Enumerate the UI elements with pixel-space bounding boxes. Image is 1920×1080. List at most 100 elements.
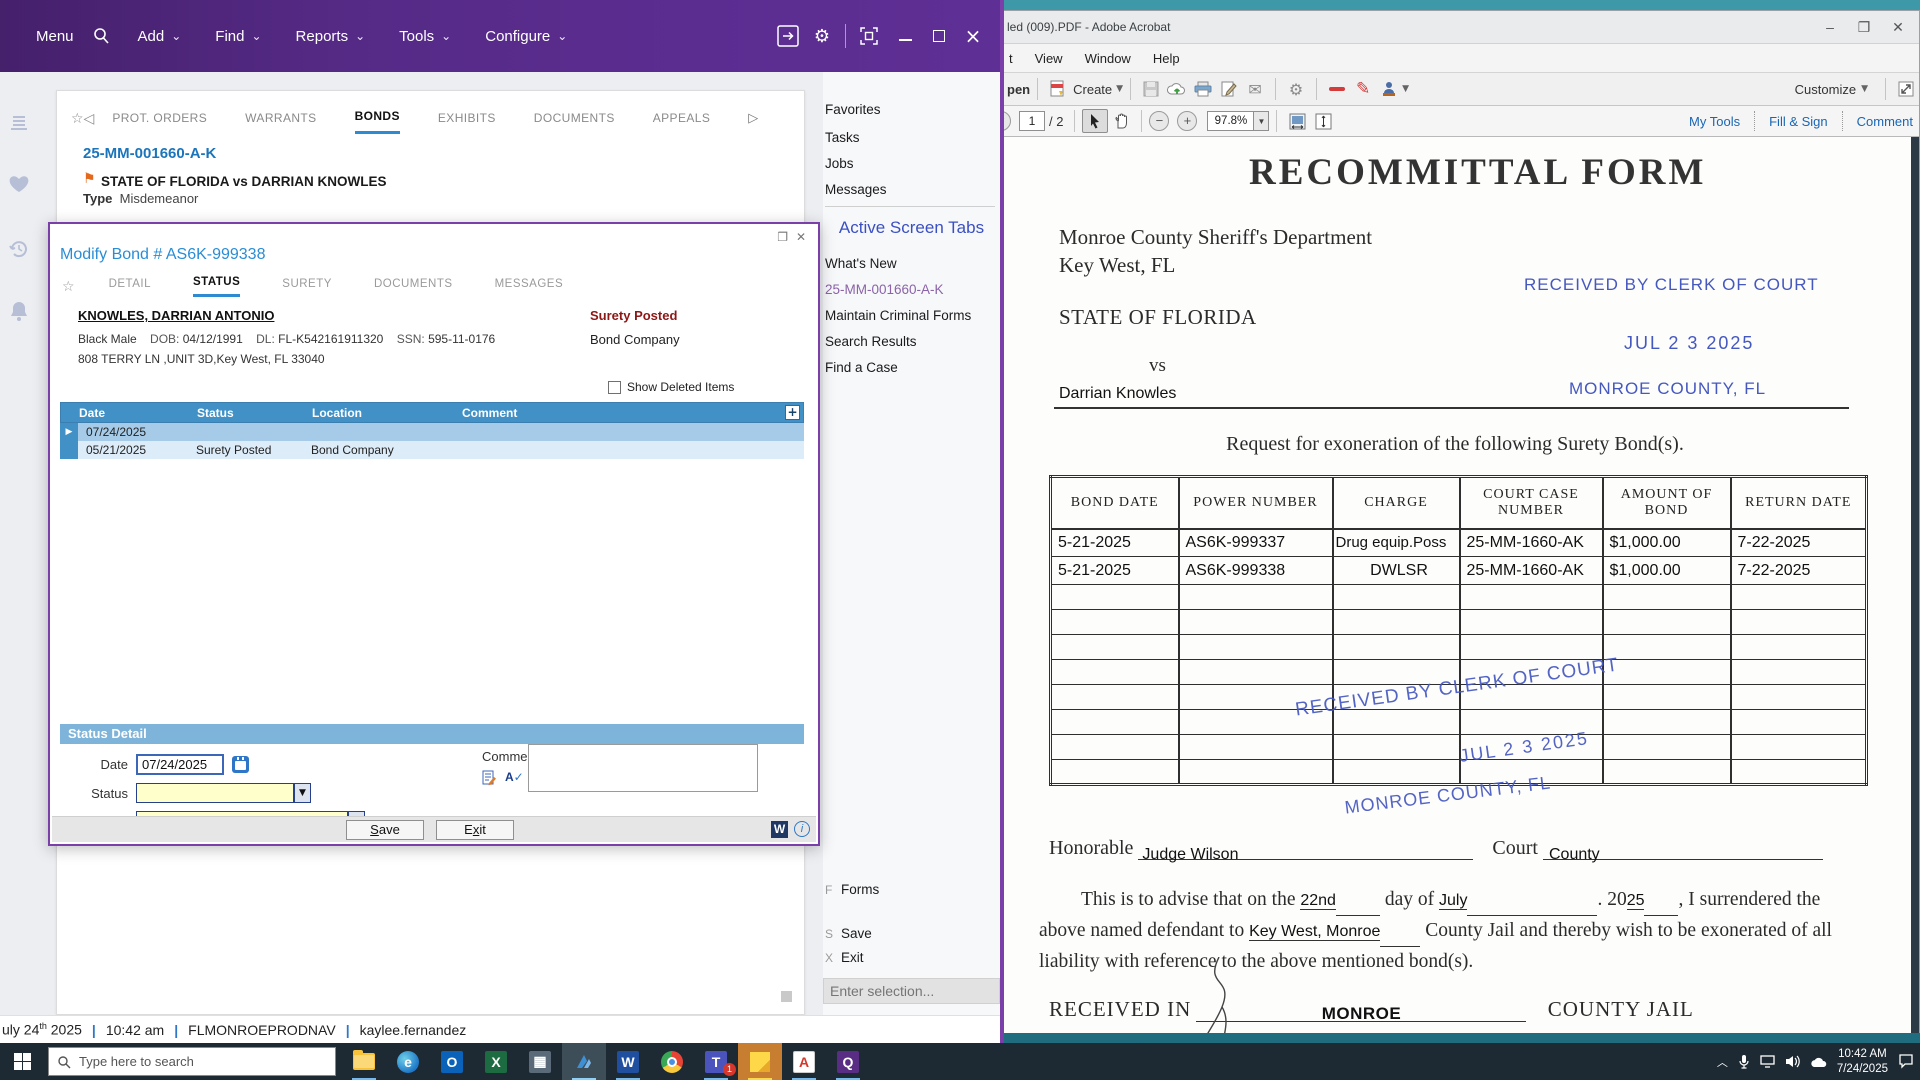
tray-volume-icon[interactable] [1785,1055,1800,1068]
notifications-bell-icon[interactable] [7,300,31,324]
favorites-heart-icon[interactable] [7,174,31,198]
dialog-tab-surety[interactable]: SURETY [282,278,332,296]
dialog-restore-icon[interactable]: ❐ [777,230,788,244]
grid-row-selected[interactable]: ▶ 07/24/2025 [60,423,804,441]
my-tools-tab[interactable]: My Tools [1689,114,1740,129]
taskbar-teams-icon[interactable]: T 1 [694,1043,738,1080]
taskbar-word-icon[interactable]: W [606,1043,650,1080]
tray-show-hidden-icon[interactable]: ︿ [1717,1054,1728,1070]
print-icon[interactable] [1190,77,1216,101]
tray-display-icon[interactable] [1760,1055,1775,1068]
tab-bonds[interactable]: BONDS [354,103,400,134]
comment-tab[interactable]: Comment [1857,114,1913,129]
sidebar-action-forms[interactable]: F Forms [825,878,879,901]
tray-clock[interactable]: 10:42 AM 7/24/2025 [1837,1047,1888,1077]
open-button[interactable]: pen [1007,82,1030,97]
dialog-tab-status[interactable]: STATUS [192,276,241,297]
enter-selection-input[interactable] [823,978,1000,1004]
tab-prot-orders[interactable]: PROT. ORDERS [112,105,207,133]
acrobat-minimize-button[interactable]: – [1813,15,1847,39]
comment-editor-icon[interactable] [482,770,497,791]
gear-icon[interactable]: ⚙ [1283,77,1309,101]
fit-width-icon[interactable] [1284,109,1310,133]
acrobat-maximize-button[interactable]: ❐ [1847,15,1881,39]
favorite-tab-icon[interactable]: ☆◁ [71,111,94,127]
resize-grip[interactable] [781,991,792,1002]
acrobat-close-button[interactable]: ✕ [1881,15,1915,39]
show-deleted-checkbox[interactable]: Show Deleted Items [608,380,734,394]
save-button[interactable]: Save [346,820,424,840]
dialog-tab-messages[interactable]: MESSAGES [495,278,564,296]
comment-textarea[interactable] [528,744,758,792]
expand-panel-icon[interactable] [1893,77,1919,101]
sidebar-action-save[interactable]: S Save [825,922,872,945]
exit-button[interactable]: Exit [436,820,514,840]
zoom-out-icon[interactable]: − [1149,111,1170,131]
col-comment[interactable]: Comment [462,406,785,420]
info-icon[interactable]: i [794,821,810,837]
status-combo[interactable] [136,783,294,803]
taskbar-outlook-icon[interactable]: O [430,1043,474,1080]
sidebar-item-messages[interactable]: Messages [825,178,887,201]
status-dropdown-button[interactable]: ▼ [294,783,311,803]
sign-out-icon[interactable] [775,23,801,49]
grid-row[interactable]: 05/21/2025 Surety Posted Bond Company [60,441,804,459]
case-number-link[interactable]: 25-MM-001660-A-K [83,145,216,162]
dialog-star-icon[interactable]: ☆ [62,279,75,295]
tab-appeals[interactable]: APPEALS [653,105,711,133]
maximize-icon[interactable] [926,23,952,49]
tab-warrants[interactable]: WARRANTS [245,105,316,133]
sign-icon[interactable] [1216,77,1242,101]
sidebar-item-favorites[interactable]: Favorites [825,98,881,121]
menu-view[interactable]: View [1035,51,1063,66]
customize-caret[interactable]: ▼ [1861,84,1868,94]
save-icon[interactable] [1138,77,1164,101]
hand-tool-icon[interactable] [1108,109,1134,133]
col-status[interactable]: Status [197,406,312,420]
close-icon[interactable]: × [960,23,986,49]
screen-tab-whats-new[interactable]: What's New [825,252,897,275]
fill-sign-tab[interactable]: Fill & Sign [1769,114,1828,129]
history-icon[interactable] [7,238,31,262]
menu-tools[interactable]: Tools ⌄ [399,28,451,45]
scrollbar[interactable] [1911,137,1919,1033]
tray-action-center-icon[interactable] [1898,1054,1914,1069]
sidebar-item-jobs[interactable]: Jobs [825,152,854,175]
stamp-icon[interactable] [1376,77,1402,101]
tab-exhibits[interactable]: EXHIBITS [438,105,496,133]
dialog-tab-detail[interactable]: DETAIL [109,278,151,296]
acrobat-titlebar[interactable]: led (009).PDF - Adobe Acrobat – ❐ ✕ [999,11,1919,44]
select-tool-icon[interactable] [1082,109,1109,133]
create-pdf-icon[interactable] [1045,77,1071,101]
menu-configure[interactable]: Configure ⌄ [485,28,567,45]
taskbar-chrome-icon[interactable] [650,1043,694,1080]
fit-page-icon[interactable] [1310,109,1336,133]
taskbar-sticky-notes-icon[interactable] [738,1043,782,1080]
taskbar-purple-app-icon[interactable]: Q [826,1043,870,1080]
taskbar-acrobat-icon[interactable]: A [782,1043,826,1080]
taskbar-calculator-icon[interactable]: ▦ [518,1043,562,1080]
zoom-level-select[interactable]: 97.8% ▼ [1207,111,1270,131]
page-number-input[interactable] [1019,111,1045,131]
spellcheck-icon[interactable]: A✓ [505,770,524,791]
calendar-icon[interactable] [232,756,249,773]
tab-documents[interactable]: DOCUMENTS [534,105,615,133]
share-cloud-icon[interactable] [1164,77,1190,101]
menu-window[interactable]: Window [1085,51,1131,66]
create-dropdown-caret[interactable]: ▼ [1116,84,1123,94]
menu-find[interactable]: Find ⌄ [215,28,261,45]
start-button[interactable] [0,1043,44,1080]
taskbar-court-app-icon[interactable] [562,1043,606,1080]
screen-tab-find-a-case[interactable]: Find a Case [825,356,898,379]
tray-mic-icon[interactable] [1738,1054,1750,1069]
dialog-close-icon[interactable]: ✕ [796,230,806,244]
menu-add[interactable]: Add ⌄ [138,28,182,45]
taskbar-search[interactable]: Type here to search [48,1047,336,1076]
menu-reports[interactable]: Reports ⌄ [296,28,366,45]
pencil-icon[interactable]: ✎ [1350,77,1376,101]
tray-onedrive-icon[interactable] [1810,1056,1827,1068]
customize-button[interactable]: Customize [1795,82,1856,97]
stamp-dropdown-caret[interactable]: ▼ [1402,84,1409,94]
highlight-icon[interactable] [1324,77,1350,101]
sidebar-action-exit[interactable]: X Exit [825,946,864,969]
